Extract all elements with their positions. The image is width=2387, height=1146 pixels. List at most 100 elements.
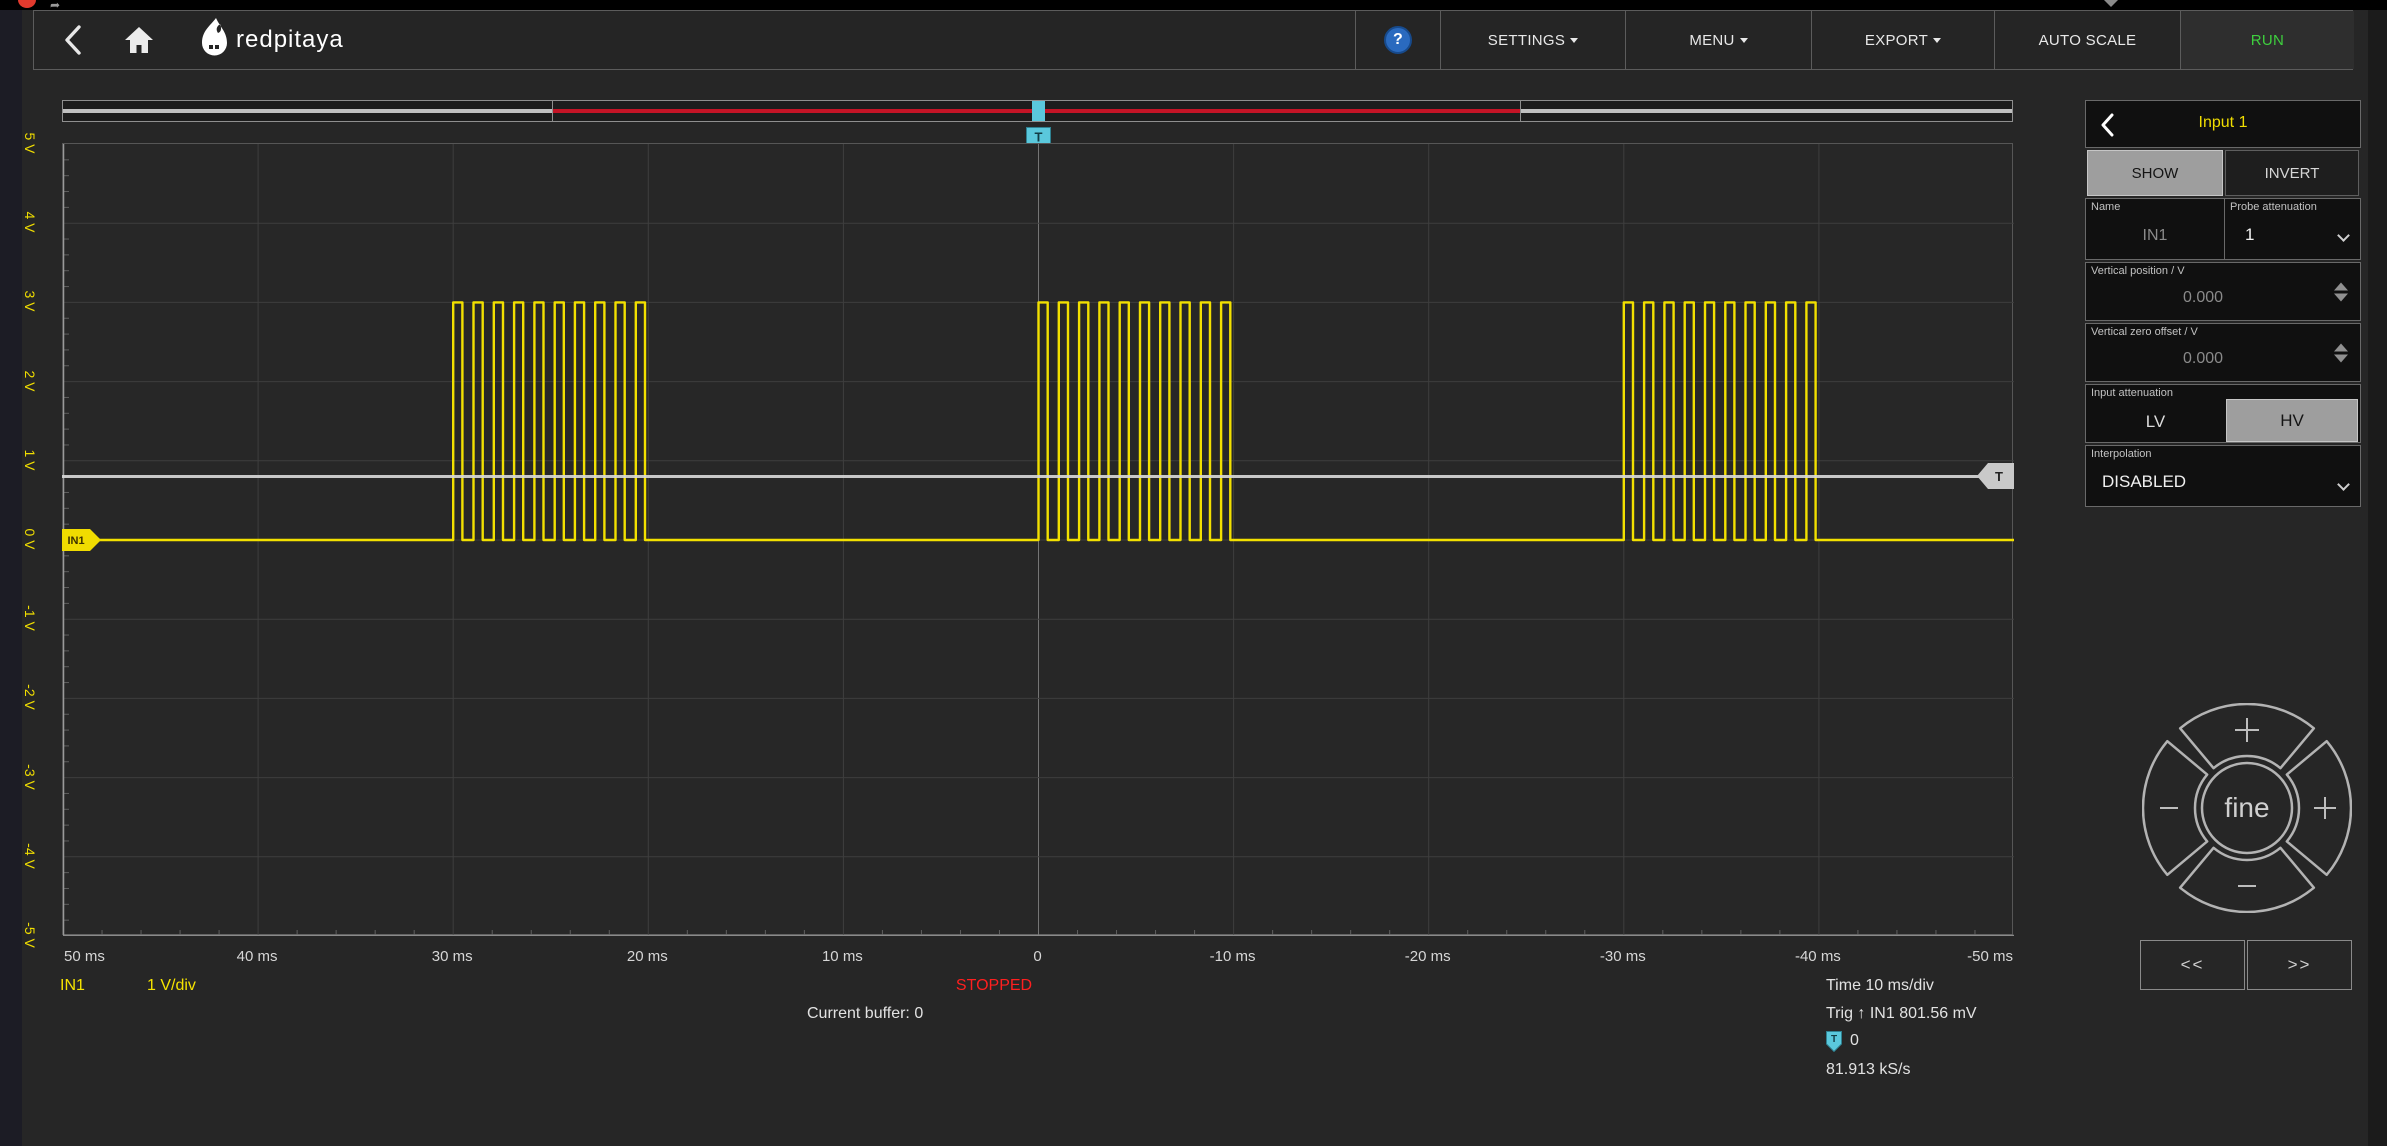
help-button[interactable]: ? [1355, 11, 1440, 69]
hv-button[interactable]: HV [2226, 399, 2358, 442]
y-tick-label: -2 V [22, 685, 38, 711]
vertical-zero-offset-input[interactable]: 0.000 [2086, 350, 2320, 368]
export-label: EXPORT [1865, 32, 1928, 49]
lv-button[interactable]: LV [2086, 401, 2225, 442]
caret-down-icon [1570, 38, 1578, 43]
channel1-waveform [63, 302, 2014, 540]
status-channel: IN1 [60, 977, 85, 995]
help-icon: ? [1384, 26, 1412, 54]
name-label: Name [2091, 201, 2120, 213]
minimap-view-divider [1520, 101, 1521, 121]
minimap-buffer-line [1520, 109, 2012, 113]
menu-label: MENU [1689, 32, 1734, 49]
y-tick-label: 4 V [22, 212, 38, 233]
x-tick-label: 10 ms [822, 948, 863, 965]
caret-down-icon [1933, 38, 1941, 43]
x-tick-label: 20 ms [627, 948, 668, 965]
logo-text: redpitaya [236, 26, 344, 54]
status-vdiv: 1 V/div [147, 977, 196, 995]
vertical-zero-offset-stepper[interactable] [2334, 343, 2348, 362]
fine-adjust-dial: fine [2142, 703, 2352, 913]
browser-arrow-icon: ➦ [50, 0, 60, 10]
trigger-level-line[interactable] [62, 475, 2013, 478]
chevron-down-icon [2337, 229, 2350, 242]
auto-scale-label: AUTO SCALE [2039, 32, 2137, 49]
panel-title: Input 1 [2086, 114, 2360, 132]
x-tick-label: -10 ms [1210, 948, 1256, 965]
panel-vertical-position-row: Vertical position / V 0.000 [2085, 262, 2361, 321]
trigger-level-tag[interactable]: T [1977, 463, 2014, 489]
panel-input-attenuation-row: Input attenuation LV HV [2085, 384, 2361, 443]
invert-button[interactable]: INVERT [2225, 150, 2359, 196]
y-tick-label: 0 V [22, 528, 38, 549]
vertical-position-input[interactable]: 0.000 [2086, 289, 2320, 307]
x-tick-label: 40 ms [237, 948, 278, 965]
window-right-edge [2368, 10, 2387, 1146]
menu-menu[interactable]: MENU [1625, 11, 1811, 69]
status-sample-rate: 81.913 kS/s [1826, 1061, 1911, 1079]
plot-area[interactable] [62, 143, 2013, 935]
back-icon[interactable] [64, 24, 82, 56]
svg-text:T: T [1995, 469, 2003, 484]
settings-menu[interactable]: SETTINGS [1440, 11, 1625, 69]
interpolation-label: Interpolation [2091, 448, 2152, 460]
panel-interpolation-row: Interpolation DISABLED [2085, 445, 2361, 507]
redpitaya-logo: redpitaya [196, 18, 344, 62]
page-next-button[interactable]: >> [2247, 940, 2352, 990]
probe-attenuation-label: Probe attenuation [2230, 201, 2317, 213]
svg-text:IN1: IN1 [67, 535, 84, 547]
window-left-edge [0, 10, 22, 1146]
export-menu[interactable]: EXPORT [1811, 11, 1994, 69]
channel1-offset-tag[interactable]: IN1 [62, 529, 102, 551]
y-tick-label: 2 V [22, 370, 38, 391]
browser-caret-icon [2104, 0, 2118, 7]
minimap-cursor-handle[interactable] [1032, 101, 1045, 121]
y-tick-label: -5 V [22, 922, 38, 948]
probe-attenuation-select[interactable]: 1 [2245, 225, 2254, 245]
name-input[interactable]: IN1 [2086, 227, 2224, 245]
x-tick-label: 50 ms [64, 948, 105, 965]
caret-down-icon [1740, 38, 1748, 43]
dial-fine-label: fine [2224, 792, 2269, 823]
x-tick-label: -50 ms [1967, 948, 2013, 965]
x-tick-label: 30 ms [432, 948, 473, 965]
top-navbar: redpitaya ? SETTINGS MENU EXPORT AUTO SC… [33, 10, 2353, 70]
status-trigger: Trig ↑ IN1 801.56 mV [1826, 1005, 1977, 1023]
svg-text:T: T [1831, 1034, 1837, 1045]
y-tick-label: 3 V [22, 291, 38, 312]
status-buffer: Current buffer: 0 [807, 1005, 923, 1023]
trigger-badge-icon: T [1826, 1031, 1842, 1052]
vertical-position-label: Vertical position / V [2091, 265, 2185, 277]
run-label: RUN [2251, 32, 2284, 49]
panel-name-probe-row: Name IN1 Probe attenuation 1 [2085, 198, 2361, 260]
x-tick-label: -40 ms [1795, 948, 1841, 965]
y-tick-label: -4 V [22, 843, 38, 869]
x-tick-label: -20 ms [1405, 948, 1451, 965]
status-time-div: Time 10 ms/div [1826, 977, 1934, 995]
input-attenuation-label: Input attenuation [2091, 387, 2173, 399]
buffer-minimap[interactable] [62, 100, 2013, 122]
y-tick-label: 5 V [22, 132, 38, 153]
flame-icon [196, 18, 230, 62]
status-trigger-position: 0 [1850, 1032, 1859, 1050]
show-button[interactable]: SHOW [2087, 150, 2223, 196]
status-state: STOPPED [956, 977, 1032, 995]
y-tick-label: -1 V [22, 605, 38, 631]
auto-scale-button[interactable]: AUTO SCALE [1994, 11, 2180, 69]
y-tick-label: 1 V [22, 449, 38, 470]
minimap-view-divider [552, 101, 553, 121]
x-tick-label: 0 [1033, 948, 1041, 965]
page-prev-button[interactable]: << [2140, 940, 2245, 990]
panel-header: Input 1 [2085, 100, 2361, 148]
home-icon[interactable] [124, 26, 154, 54]
dial-down-button[interactable] [2180, 848, 2314, 912]
y-tick-label: -3 V [22, 764, 38, 790]
chevron-down-icon [2337, 478, 2350, 491]
vertical-position-stepper[interactable] [2334, 282, 2348, 301]
interpolation-select[interactable]: DISABLED [2102, 472, 2186, 492]
settings-label: SETTINGS [1488, 32, 1565, 49]
browser-chrome-strip [0, 0, 2387, 10]
run-button[interactable]: RUN [2180, 11, 2354, 69]
panel-vertical-zero-row: Vertical zero offset / V 0.000 [2085, 323, 2361, 382]
vertical-zero-offset-label: Vertical zero offset / V [2091, 326, 2198, 338]
